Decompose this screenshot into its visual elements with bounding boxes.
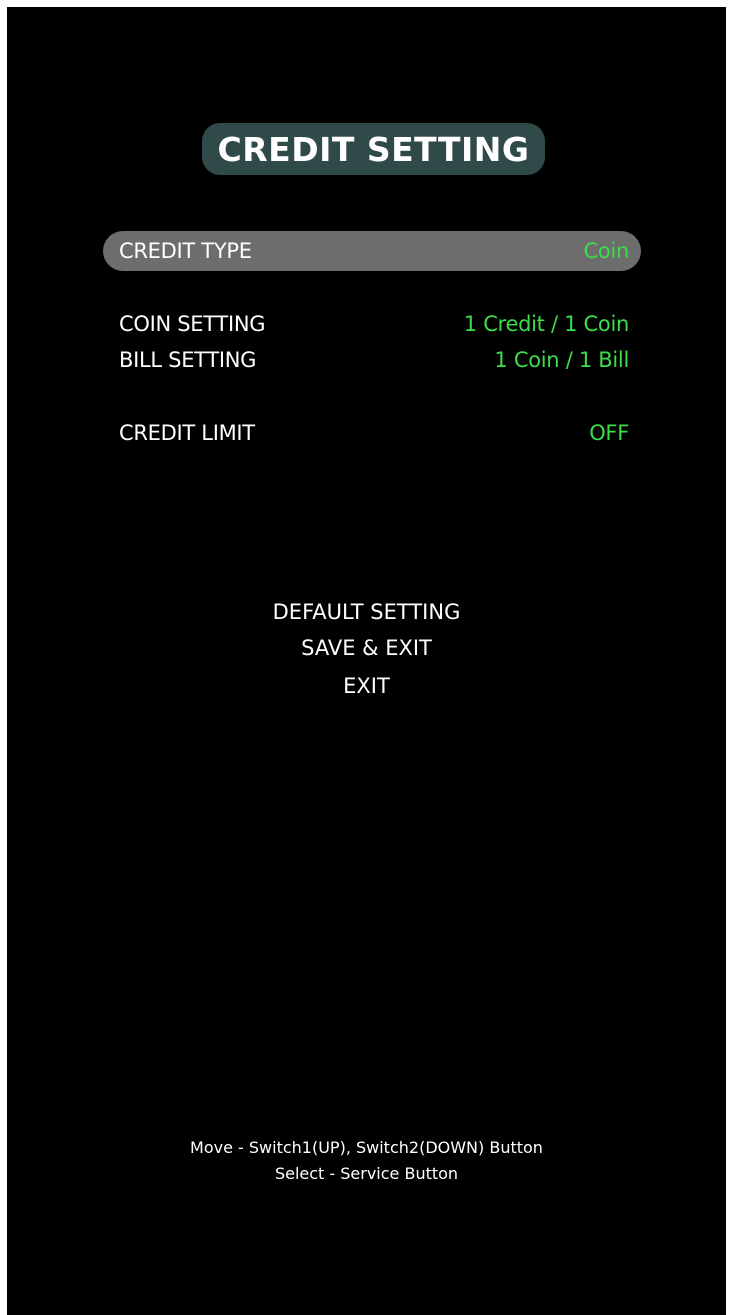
credit-type-label: CREDIT TYPE <box>119 239 252 263</box>
menu-item-credit-limit[interactable]: CREDIT LIMIT OFF <box>103 413 641 453</box>
credit-limit-label: CREDIT LIMIT <box>119 421 255 445</box>
bill-setting-value: 1 Coin / 1 Bill <box>494 348 629 372</box>
help-move-text: Move - Switch1(UP), Switch2(DOWN) Button <box>190 1138 543 1157</box>
page-title: CREDIT SETTING <box>217 129 530 169</box>
credit-setting-screen: CREDIT SETTING CREDIT TYPE Coin COIN SET… <box>7 7 726 1315</box>
save-exit-option[interactable]: SAVE & EXIT <box>7 630 726 666</box>
credit-limit-value: OFF <box>589 421 629 445</box>
menu-item-bill-setting[interactable]: BILL SETTING 1 Coin / 1 Bill <box>103 340 641 380</box>
bill-setting-label: BILL SETTING <box>119 348 257 372</box>
exit-option[interactable]: EXIT <box>7 668 726 704</box>
page-title-box: CREDIT SETTING <box>202 123 545 175</box>
help-select-text: Select - Service Button <box>274 1164 459 1183</box>
menu-item-credit-type[interactable]: CREDIT TYPE Coin <box>103 231 641 271</box>
default-setting-option[interactable]: DEFAULT SETTING <box>7 594 726 630</box>
coin-setting-value: 1 Credit / 1 Coin <box>463 312 630 336</box>
coin-setting-label: COIN SETTING <box>119 312 266 336</box>
menu-item-coin-setting[interactable]: COIN SETTING 1 Credit / 1 Coin <box>103 304 641 344</box>
credit-type-value: Coin <box>583 239 630 263</box>
